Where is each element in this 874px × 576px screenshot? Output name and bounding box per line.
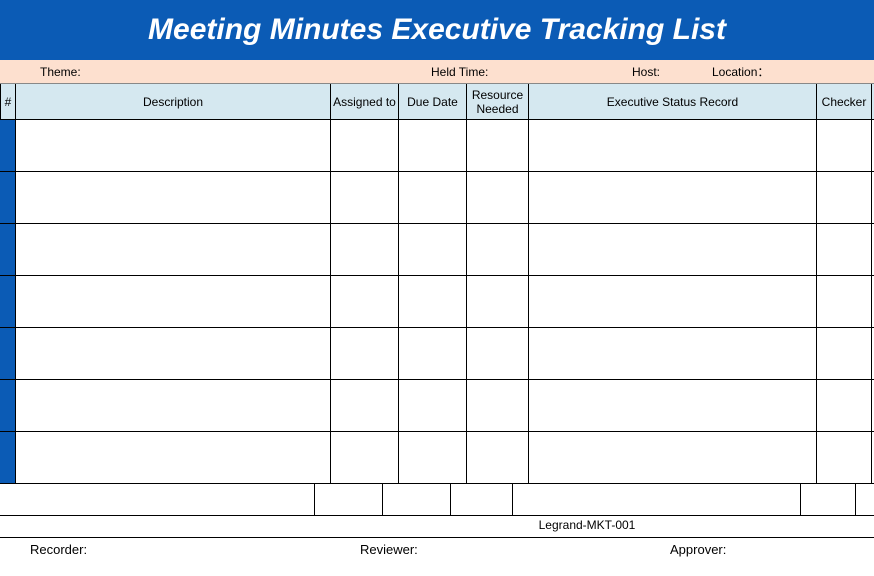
cell-description [16,380,331,431]
meta-row: Theme: Held Time: Host: Location： [0,60,874,84]
cell-description [16,432,331,483]
cell-resource [467,432,529,483]
reviewer-label: Reviewer: [360,542,620,557]
approver-label: Approver: [620,542,870,557]
cell-checker [801,484,856,515]
meta-host-label: Host: [592,65,712,79]
row-num-accent [0,432,16,483]
cell-status [513,484,801,515]
col-header-status-record: Executive Status Record [529,84,817,119]
cell-due [399,328,467,379]
cell-due [399,276,467,327]
cell-status [529,328,817,379]
meeting-minutes-form: Meeting Minutes Executive Tracking List … [0,0,874,576]
table-row [0,484,874,516]
cell-status [529,380,817,431]
cell-description [16,172,331,223]
cell-description [16,328,331,379]
cell-assigned [331,120,399,171]
cell-description [16,276,331,327]
table-row [0,120,874,172]
cell-checker [817,276,872,327]
cell-assigned [331,224,399,275]
row-num-accent [0,172,16,223]
signature-row: Recorder: Reviewer: Approver: [0,538,874,560]
cell-resource [467,120,529,171]
table-row [0,380,874,432]
cell-due [399,224,467,275]
page-title: Meeting Minutes Executive Tracking List [148,13,726,47]
cell-due [399,120,467,171]
table-row [0,172,874,224]
row-num-accent [0,120,16,171]
col-header-checker: Checker [817,84,872,119]
cell-assigned [331,276,399,327]
cell-status [529,172,817,223]
table-header: # Description Assigned to Due Date Resou… [0,84,874,120]
cell-status [529,276,817,327]
cell-due [399,172,467,223]
cell-due [383,484,451,515]
recorder-label: Recorder: [0,542,360,557]
cell-checker [817,328,872,379]
cell-assigned [331,328,399,379]
table-row [0,432,874,484]
cell-due [399,432,467,483]
cell-assigned [331,380,399,431]
col-header-resource-needed: Resource Needed [467,84,529,119]
cell-resource [451,484,513,515]
cell-assigned [331,432,399,483]
table-row [0,328,874,380]
row-num-accent [0,328,16,379]
col-header-description: Description [16,84,331,119]
cell-checker [817,120,872,171]
cell-description [16,120,331,171]
cell-assigned [331,172,399,223]
col-header-due-date: Due Date [399,84,467,119]
table-row [0,276,874,328]
row-num-accent [0,276,16,327]
meta-theme-label: Theme: [0,65,331,79]
cell-checker [817,172,872,223]
cell-status [529,120,817,171]
cell-resource [467,172,529,223]
cell-resource [467,380,529,431]
row-num-accent [0,224,16,275]
table-row [0,224,874,276]
meta-location-label: Location： [712,63,872,80]
cell-resource [467,276,529,327]
row-num-accent [0,380,16,431]
cell-assigned [315,484,383,515]
cell-due [399,380,467,431]
cell-resource [467,328,529,379]
cell-checker [817,224,872,275]
cell-checker [817,380,872,431]
cell-status [529,432,817,483]
cell-description [0,484,315,515]
doc-id-row: Legrand-MKT-001 [0,516,874,538]
col-header-num: # [0,84,16,119]
doc-id: Legrand-MKT-001 [539,518,636,532]
cell-resource [467,224,529,275]
cell-status [529,224,817,275]
title-bar: Meeting Minutes Executive Tracking List [0,0,874,60]
cell-description [16,224,331,275]
meta-held-time-label: Held Time: [331,65,592,79]
cell-checker [817,432,872,483]
col-header-assigned-to: Assigned to [331,84,399,119]
